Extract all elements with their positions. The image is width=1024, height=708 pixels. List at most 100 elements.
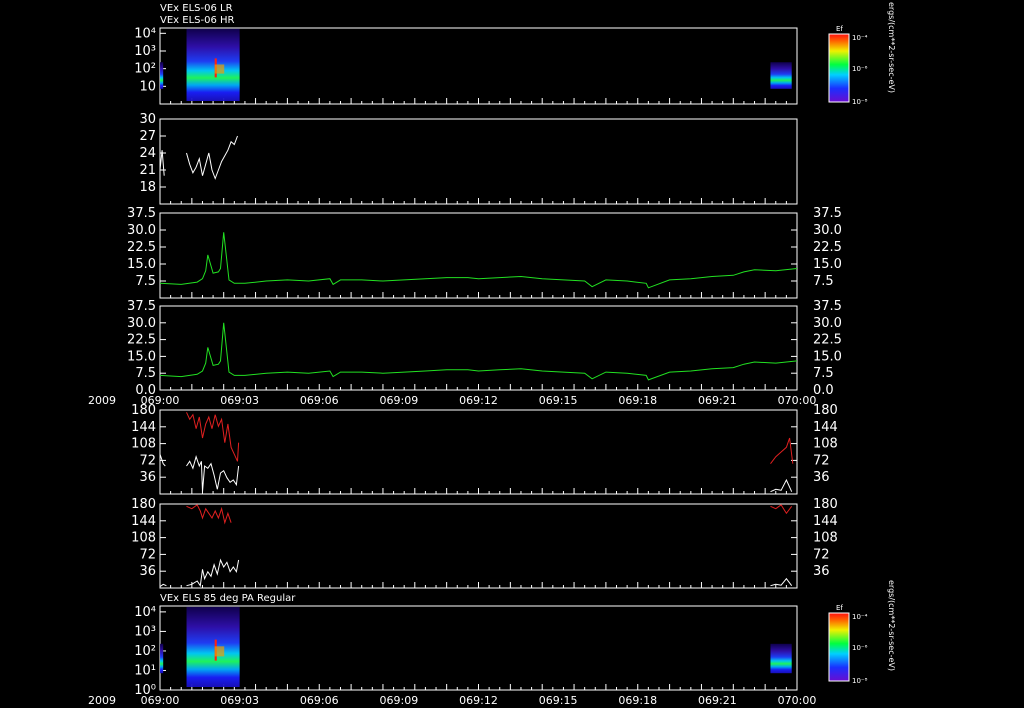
- panel-6: 180 180144 144108 10872 7236 36: [131, 497, 838, 589]
- panel-3-ytick-label-right-5: 7.5: [813, 274, 834, 289]
- panel-4-ytick-label-right-1: 37.5: [813, 299, 842, 314]
- panel-5-series-4: [186, 412, 240, 462]
- panel-1: 10⁴ 10³ 10² 10: [134, 26, 798, 105]
- panel-4-frame: [159, 305, 798, 391]
- x-axis-2-label-8: 069:21: [698, 694, 737, 707]
- panel-3: 37.5 37.5 30.0 30.0 22.5 22.5 15.0 15.0 7.5 7.5: [127, 206, 842, 299]
- panel-7-ytick-label-1: 10⁴: [134, 605, 156, 620]
- panel-7-spectrogram-segment-2: [186, 606, 240, 687]
- panel-1-spectrogram-segment-1: [160, 62, 164, 89]
- panel-4-ytick-label-2: 30.0: [127, 316, 156, 331]
- header-title-line-2: VEx ELS-06 HR: [160, 15, 235, 26]
- panel-6-series-5: [770, 504, 793, 515]
- colorbar-top-tick-2: 10⁻⁶: [852, 65, 868, 73]
- panel-1-spectrogram-warm-band: [214, 64, 225, 74]
- panel-2-ytick-label-3: 24: [139, 146, 156, 161]
- panel-5-ytick-label-5: 36: [139, 470, 156, 485]
- panel-6-frame: [159, 503, 798, 589]
- multi-panel-plot: VEx ELS-06 LR VEx ELS-06 HR Ef 10⁻⁴ 10⁻⁶…: [88, 2, 896, 707]
- panel-2-ytick-label-4: 21: [139, 163, 156, 178]
- x-axis-2-label-5: 069:12: [459, 694, 498, 707]
- panel-6-ytick-label-5: 36: [139, 564, 156, 579]
- panel-4-ytick-label-5: 7.5: [135, 366, 156, 381]
- panel-5-ytick-label-right-5: 36: [813, 470, 830, 485]
- panel-6-ytick-label-right-2: 144: [813, 514, 838, 529]
- x-axis-1-label-3: 069:06: [300, 394, 339, 407]
- panel-4-ytick-label-1: 37.5: [127, 299, 156, 314]
- panel-5-ytick-label-right-3: 108: [813, 437, 838, 452]
- x-axis-2-year: 2009: [88, 694, 116, 707]
- panel-2-series-1: [159, 150, 165, 176]
- panel-4-ytick-label-right-4: 15.0: [813, 349, 842, 364]
- panel-1-frame: [159, 27, 798, 105]
- colorbar-bottom: Ef 10⁻⁴ 10⁻⁶ 10⁻⁸ ergs/(cm**2-sr-sec-eV): [828, 580, 896, 685]
- panel-4-ytick-label-right-3: 22.5: [813, 333, 842, 348]
- panel-6-ytick-label-4: 72: [139, 547, 156, 562]
- panel-6-ytick-label-1: 180: [131, 497, 156, 512]
- panel-1-spectrogram-segment-3: [770, 62, 792, 89]
- colorbar-top: Ef 10⁻⁴ 10⁻⁶ 10⁻⁸ ergs/(cm**2-sr-sec-eV): [828, 2, 896, 106]
- x-axis-2-label-2: 069:03: [220, 694, 259, 707]
- colorbar-bottom-tick-3: 10⁻⁸: [852, 677, 868, 685]
- panel-5-ytick-label-right-4: 72: [813, 453, 830, 468]
- panel-1-ytick-label-4: 10: [139, 79, 156, 94]
- panel-7-spectrogram-warm-band: [214, 646, 225, 657]
- panel-6-ytick-label-right-5: 36: [813, 564, 830, 579]
- panel-3-ytick-label-4: 15.0: [127, 257, 156, 272]
- panel-7-title: VEx ELS 85 deg PA Regular: [160, 593, 296, 604]
- colorbar-top-unit: ergs/(cm**2-sr-sec-eV): [887, 2, 896, 93]
- x-axis-1-label-8: 069:21: [698, 394, 737, 407]
- panel-4: 37.5 37.530.0 30.022.5 22.515.0 15.07.5 7.50.…: [127, 299, 842, 398]
- panel-3-ytick-label-right-2: 30.0: [813, 223, 842, 238]
- panel-5-ytick-label-4: 72: [139, 453, 156, 468]
- panel-3-ytick-label-right-3: 22.5: [813, 240, 842, 255]
- panel-6-ytick-label-right-4: 72: [813, 547, 830, 562]
- x-axis-1-label-9: 070:00: [778, 394, 817, 407]
- colorbar-bottom-label: Ef: [836, 604, 843, 612]
- panel-5-series-2: [186, 455, 240, 492]
- x-axis-1-label-6: 069:15: [539, 394, 578, 407]
- panel-4-ytick-label-right-5: 7.5: [813, 366, 834, 381]
- panel-3-ytick-label-right-4: 15.0: [813, 257, 842, 272]
- panel-5-ytick-label-right-2: 144: [813, 420, 838, 435]
- x-axis-2-label-3: 069:06: [300, 694, 339, 707]
- x-axis-1-label-1: 069:00: [141, 394, 180, 407]
- x-axis-1-label-7: 069:18: [618, 394, 657, 407]
- x-axis-labels-1: 069:00 069:03 069:06 069:09 069:12 069:15 069:…: [88, 394, 816, 407]
- panel-7-ytick-label-2: 10³: [134, 624, 156, 639]
- panel-4-series-1: [159, 322, 798, 381]
- panel-7-ytick-label-4: 10¹: [134, 663, 156, 678]
- x-axis-2-label-1: 069:00: [141, 694, 180, 707]
- panel-7-spectrogram-segment-1: [160, 643, 164, 674]
- header-title-line-1: VEx ELS-06 LR: [160, 3, 233, 14]
- x-axis-2-label-7: 069:18: [618, 694, 657, 707]
- panel-5-ytick-label-right-1: 180: [813, 403, 838, 418]
- panel-6-series-2: [186, 558, 240, 588]
- x-axis-2-label-6: 069:15: [539, 694, 578, 707]
- panel-7-ytick-label-3: 10²: [134, 644, 156, 659]
- panel-2-ytick-label-5: 18: [139, 180, 156, 195]
- panel-1-ytick-label-3: 10²: [134, 62, 156, 77]
- colorbar-bottom-unit: ergs/(cm**2-sr-sec-eV): [887, 580, 896, 671]
- panel-4-ytick-label-right-2: 30.0: [813, 316, 842, 331]
- panel-1-spectrogram-segment-2: [186, 28, 240, 101]
- panel-5-ytick-label-3: 108: [131, 437, 156, 452]
- colorbar-bottom-tick-1: 10⁻⁴: [852, 613, 868, 621]
- panel-6-series-1: [159, 583, 167, 588]
- colorbar-top-tick-3: 10⁻⁸: [852, 98, 868, 106]
- panel-3-ytick-label-3: 22.5: [127, 240, 156, 255]
- colorbar-top-label: Ef: [836, 25, 843, 33]
- x-axis-labels-2: 069:00 069:03 069:06 069:09 069:12 069:15 069:…: [88, 694, 816, 707]
- panel-5-ytick-label-2: 144: [131, 420, 156, 435]
- panel-5: 180 180144 144108 10872 7236 36: [131, 403, 838, 495]
- panel-3-ytick-label-2: 30.0: [127, 223, 156, 238]
- panel-4-ytick-label-3: 22.5: [127, 333, 156, 348]
- panel-3-ytick-label-5: 7.5: [135, 274, 156, 289]
- x-axis-1-label-2: 069:03: [220, 394, 259, 407]
- x-axis-1-label-5: 069:12: [459, 394, 498, 407]
- panel-6-ytick-label-right-1: 180: [813, 497, 838, 512]
- panel-7-spectrogram-segment-3: [770, 643, 792, 674]
- x-axis-2-label-4: 069:09: [380, 694, 419, 707]
- panel-6-series-4: [186, 504, 232, 525]
- panel-5-series-5: [770, 437, 794, 465]
